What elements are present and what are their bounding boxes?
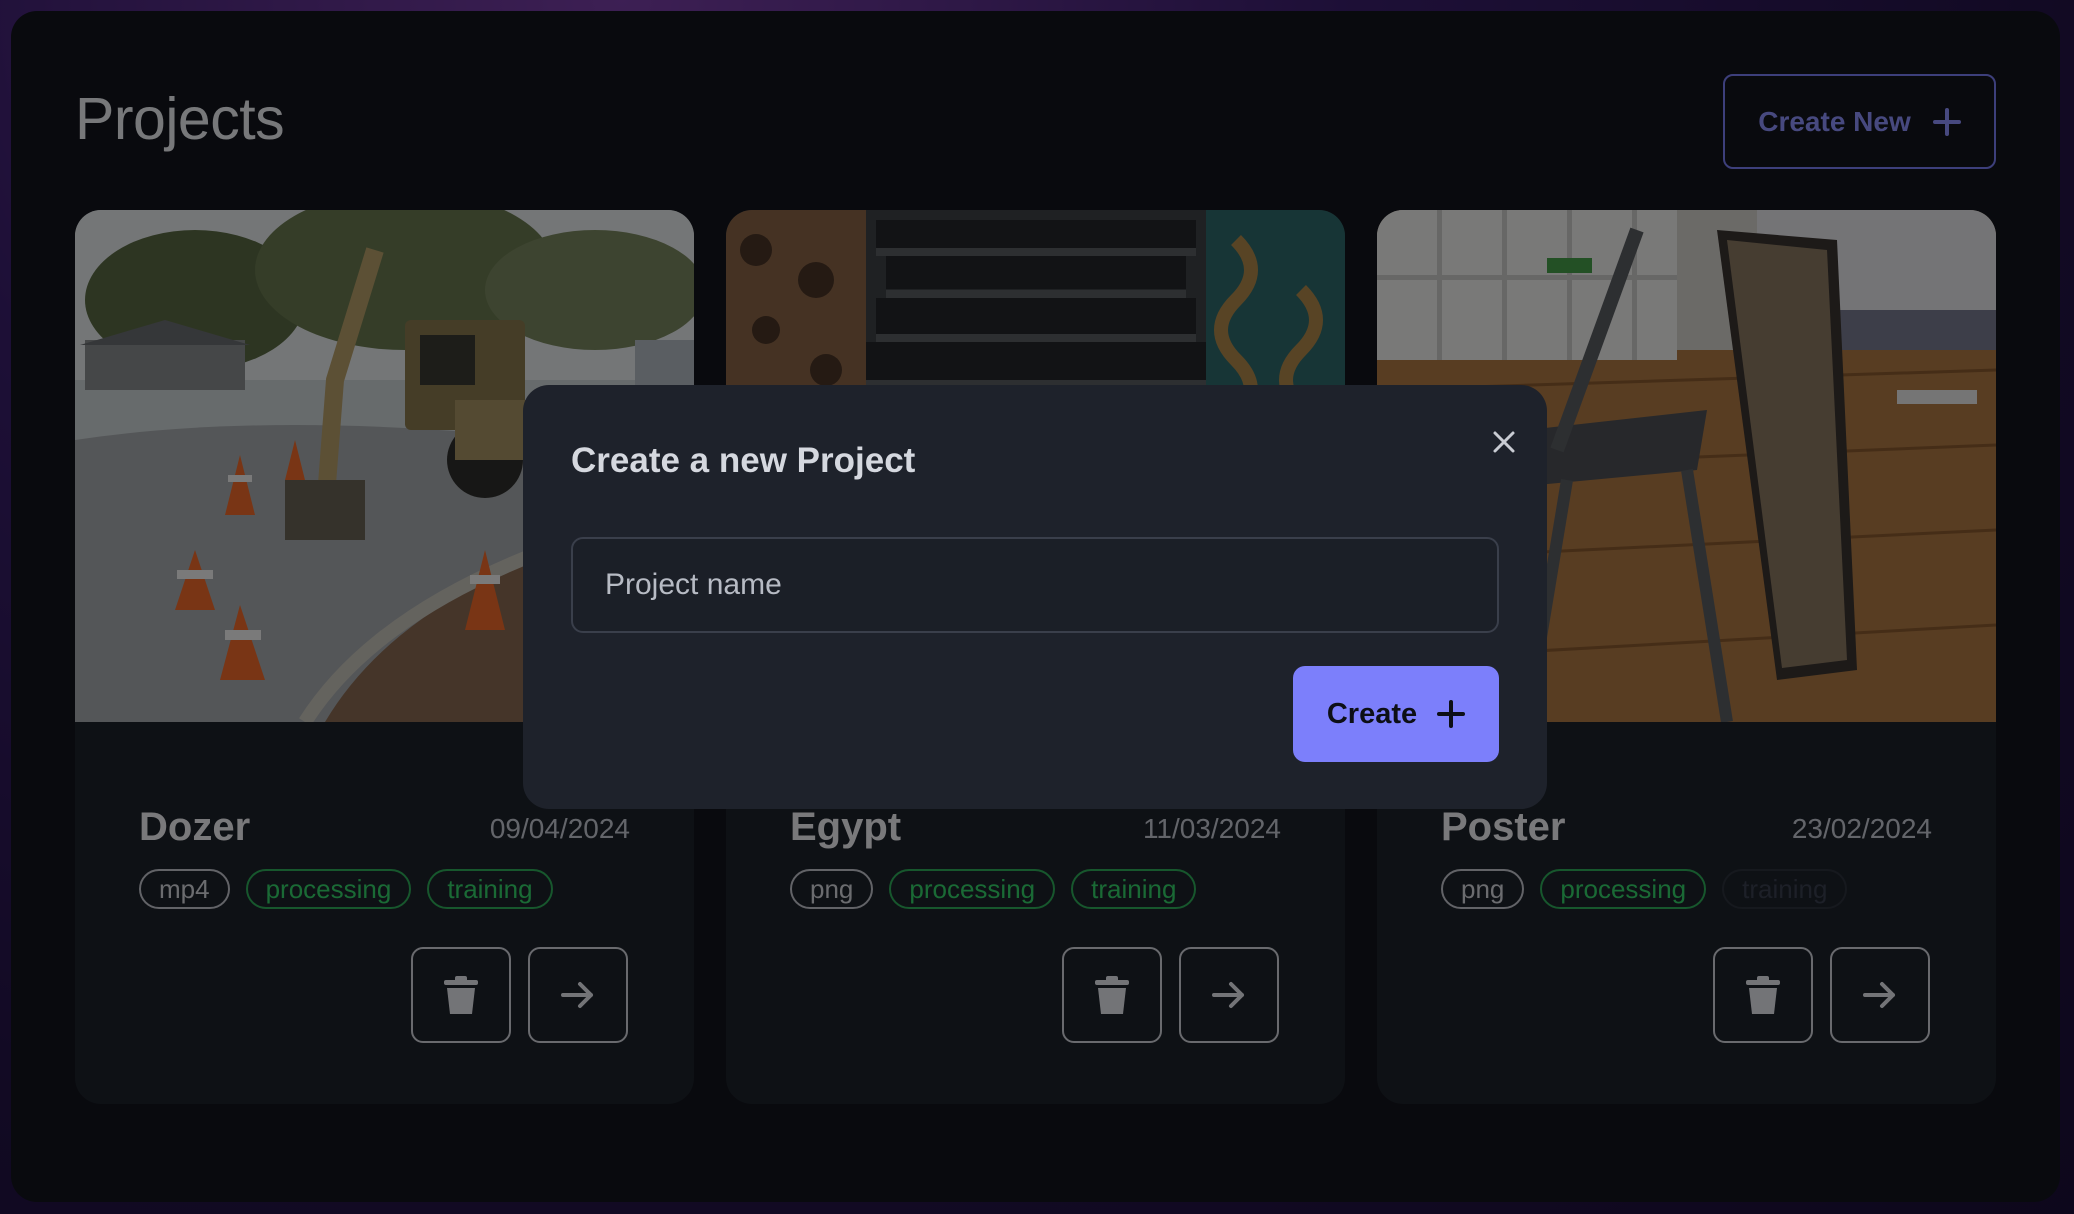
close-button[interactable] [1483, 421, 1525, 463]
project-name-input[interactable] [571, 537, 1499, 633]
plus-icon [1437, 700, 1466, 728]
create-button[interactable]: Create [1293, 666, 1499, 762]
close-icon [1493, 431, 1515, 453]
create-label: Create [1326, 697, 1418, 730]
modal-title: Create a new Project [571, 441, 916, 480]
create-project-modal: Create a new Project Create [523, 385, 1547, 809]
